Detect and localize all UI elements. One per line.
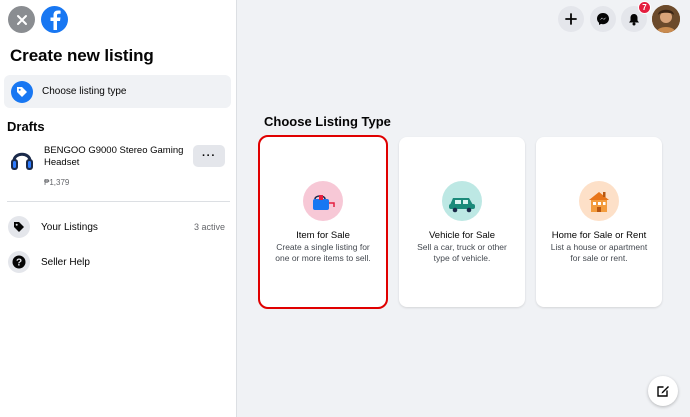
more-options-button[interactable]: ··· xyxy=(193,145,225,167)
drafts-heading: Drafts xyxy=(7,119,45,134)
sidebar-item-your-listings[interactable]: Your Listings 3 active xyxy=(8,214,230,240)
sidebar-item-label: Your Listings xyxy=(41,221,98,233)
compose-button[interactable] xyxy=(648,376,678,406)
card-title: Item for Sale xyxy=(296,230,350,241)
sidebar-item-label: Seller Help xyxy=(41,256,90,268)
messenger-icon xyxy=(597,13,609,25)
vehicle-for-sale-icon xyxy=(442,181,482,221)
sidebar-item-seller-help[interactable]: ? Seller Help xyxy=(8,249,230,275)
notification-badge: 7 xyxy=(638,1,651,14)
create-button[interactable] xyxy=(558,6,584,32)
card-title: Vehicle for Sale xyxy=(428,230,495,241)
section-title: Choose Listing Type xyxy=(264,114,391,129)
tag-icon xyxy=(8,216,30,238)
sidebar-item-choose-listing-type[interactable]: Choose listing type xyxy=(4,75,231,108)
svg-text:?: ? xyxy=(16,258,22,269)
page-title: Create new listing xyxy=(10,46,154,65)
close-icon[interactable] xyxy=(8,6,35,33)
draft-price: ₱1,379 xyxy=(44,178,70,187)
messenger-button[interactable] xyxy=(590,6,616,32)
avatar[interactable] xyxy=(652,5,680,33)
draft-name: BENGOO G9000 Stereo Gaming Headset xyxy=(44,145,184,168)
home-for-sale-icon xyxy=(579,181,619,221)
headset-thumbnail xyxy=(8,144,36,174)
home-for-sale-or-rent-card[interactable]: Home for Sale or Rent List a house or ap… xyxy=(536,137,662,307)
facebook-logo-icon[interactable] xyxy=(41,6,68,33)
divider xyxy=(7,201,230,202)
bell-icon xyxy=(629,13,639,25)
card-title: Home for Sale or Rent xyxy=(551,230,647,241)
draft-item[interactable]: BENGOO G9000 Stereo Gaming Headset ₱1,37… xyxy=(6,140,231,192)
active-count: 3 active xyxy=(193,222,225,232)
sidebar: Create new listing Choose listing type D… xyxy=(0,0,237,417)
compose-icon xyxy=(657,386,669,397)
top-icons xyxy=(8,6,68,33)
item-for-sale-icon xyxy=(303,181,343,221)
sidebar-item-label: Choose listing type xyxy=(42,86,127,97)
item-for-sale-card[interactable]: Item for Sale Create a single listing fo… xyxy=(258,135,388,309)
card-description: Create a single listing for one or more … xyxy=(275,242,371,263)
card-description: List a house or apartment for sale or re… xyxy=(550,242,648,263)
card-description: Sell a car, truck or other type of vehic… xyxy=(417,242,507,263)
tag-icon xyxy=(11,80,33,103)
help-icon: ? xyxy=(8,251,30,273)
plus-icon xyxy=(565,13,577,25)
vehicle-for-sale-card[interactable]: Vehicle for Sale Sell a car, truck or ot… xyxy=(399,137,525,307)
